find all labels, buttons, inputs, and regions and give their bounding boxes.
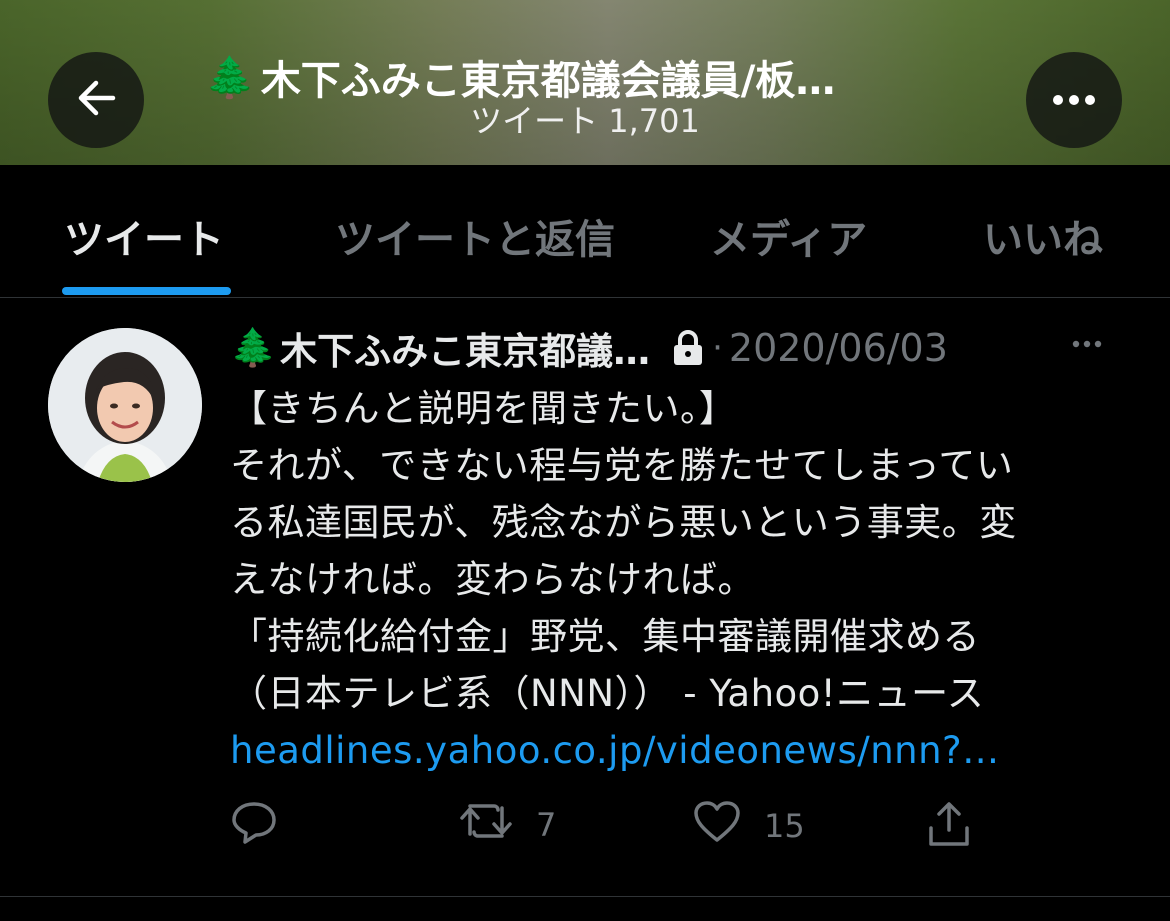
like-button[interactable]: 15 [692,800,805,852]
tweet-actions: 7 15 [0,800,1170,860]
tweet-count: ツイート 1,701 [470,102,700,140]
share-icon [925,800,973,856]
retweet-count: 7 [536,806,557,844]
separator-dot: · [712,328,723,368]
tweet-divider [0,896,1170,897]
tweet-date[interactable]: 2020/06/03 [729,326,948,370]
tab-tweets-and-replies[interactable]: ツイートと返信 [335,207,615,265]
reply-button[interactable] [230,800,300,854]
reply-icon [230,800,278,854]
tweet-line: （日本テレビ系（NNN）） - Yahoo!ニュース [230,672,985,715]
share-button[interactable] [925,800,973,856]
tweet-link[interactable]: headlines.yahoo.co.jp/videonews/nnn?… [230,722,1130,779]
tweet-line: それが、できない程与党を勝たせてしまってい [230,444,1014,487]
tweet-more-icon[interactable] [1072,334,1102,353]
tab-likes[interactable]: いいね [983,207,1103,265]
tweet-text: 【きちんと説明を聞きたい。】 それが、できない程与党を勝たせてしまってい る私達… [230,380,1130,779]
more-horizontal-icon [1052,91,1096,110]
retweet-button[interactable]: 7 [458,800,556,850]
more-options-button[interactable] [1026,52,1122,148]
tree-emoji: 🌲 [230,326,277,369]
active-tab-indicator [62,287,231,295]
tab-media[interactable]: メディア [710,207,867,265]
profile-header-banner: 🌲 木下ふみこ東京都議会議員/板… ツイート 1,701 [0,0,1170,165]
tweet-line: る私達国民が、残念ながら悪いという事実。変 [230,501,1017,544]
tweet-header: 🌲 木下ふみこ東京都議… · 2020/06/03 [230,321,1130,375]
lock-icon [670,329,706,367]
tweet-author[interactable]: 🌲 木下ふみこ東京都議… [230,321,650,375]
retweet-icon [458,800,514,850]
profile-tabs: ツイート ツイートと返信 メディア いいね [0,165,1170,298]
tab-tweets[interactable]: ツイート [64,207,224,265]
tweet-line: 【きちんと説明を聞きたい。】 [230,387,737,430]
like-count: 15 [764,807,805,845]
tweet-line: えなければ。変わらなければ。 [230,558,755,601]
tweet-author-name: 木下ふみこ東京都議… [280,330,651,373]
tweet-line: 「持続化給付金」野党、集中審議開催求める [230,615,980,658]
like-icon [692,800,742,852]
tree-emoji: 🌲 [205,54,255,101]
avatar[interactable] [48,328,202,482]
avatar-portrait [48,328,202,482]
